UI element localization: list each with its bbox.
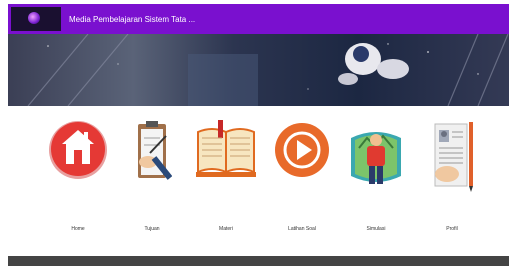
- menu-label-tujuan: Tujuan: [144, 226, 160, 232]
- astronaut-figure: [338, 43, 409, 85]
- menu-item-home[interactable]: Home: [38, 118, 118, 248]
- home-icon: [49, 121, 107, 179]
- footer-bar: [8, 256, 509, 266]
- menu-label-profil: Profil: [446, 226, 458, 232]
- app-logo-icon[interactable]: [11, 7, 61, 31]
- explorer-icon: [351, 132, 401, 184]
- app-header: Media Pembelajaran Sistem Tata ...: [8, 4, 509, 34]
- main-menu: Home Tujuan Materi Latihan Soal Simulasi…: [0, 118, 511, 248]
- banner-image: [8, 34, 509, 106]
- menu-item-profil[interactable]: Profil: [412, 118, 492, 248]
- play-icon: [275, 123, 329, 177]
- menu-label-simulasi: Simulasi: [366, 226, 386, 232]
- clipboard-icon: [138, 121, 172, 180]
- menu-item-tujuan[interactable]: Tujuan: [112, 118, 192, 248]
- menu-label-materi: Materi: [219, 226, 233, 232]
- open-book-icon: [196, 120, 256, 177]
- app-title: Media Pembelajaran Sistem Tata ...: [69, 14, 196, 24]
- menu-item-materi[interactable]: Materi: [186, 118, 266, 248]
- profile-document-icon: [434, 122, 473, 192]
- menu-item-latihan-soal[interactable]: Latihan Soal: [262, 118, 342, 248]
- menu-label-home: Home: [71, 226, 85, 232]
- menu-label-latihan-soal: Latihan Soal: [288, 226, 316, 232]
- menu-item-simulasi[interactable]: Simulasi: [336, 118, 416, 248]
